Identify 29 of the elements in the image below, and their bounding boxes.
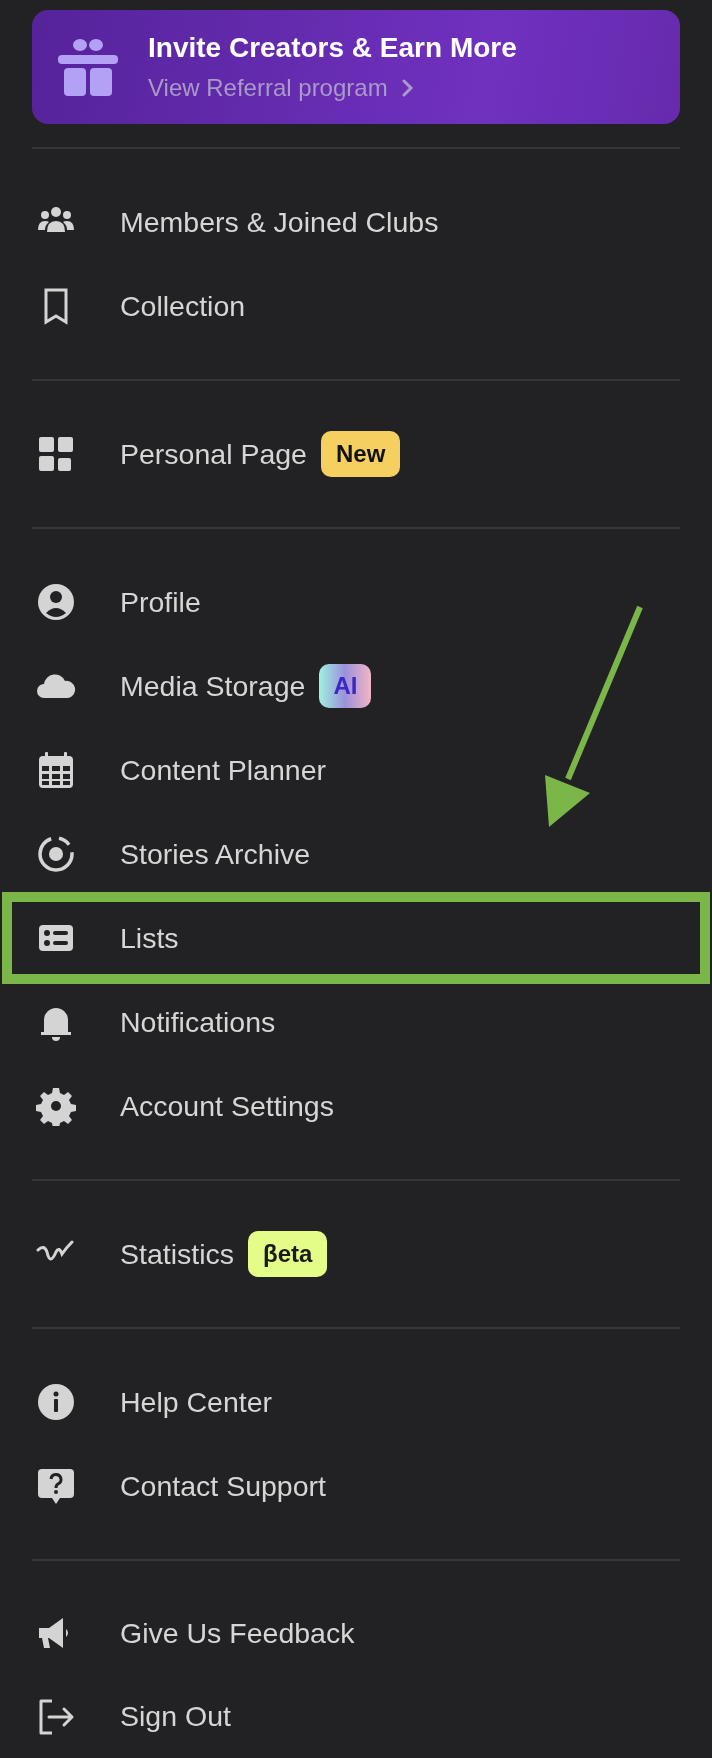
dashed-circle-icon: [36, 834, 76, 874]
chevron-icon: [401, 79, 414, 97]
menu-item[interactable]: Media Storage: [120, 669, 306, 703]
menu-item[interactable]: Statistics: [120, 1237, 235, 1271]
menu-item[interactable]: Lists: [120, 921, 179, 955]
referral-banner[interactable]: Invite Creators & Earn More View Referral program: [32, 10, 680, 124]
menu-item[interactable]: Content Planner: [120, 753, 326, 787]
menu-item[interactable]: Stories Archive: [120, 837, 311, 871]
banner-title: Invite Creators & Earn More: [148, 32, 517, 64]
profile-icon: [36, 582, 76, 622]
gear-icon: [36, 1086, 76, 1126]
badge: AI: [319, 664, 372, 708]
calendar-icon: [36, 750, 76, 790]
menu-item[interactable]: Contact Support: [120, 1469, 326, 1503]
menu-item[interactable]: Notifications: [120, 1005, 276, 1039]
menu-item[interactable]: Account Settings: [120, 1089, 334, 1123]
info-icon: [36, 1382, 76, 1422]
menu-item[interactable]: Collection: [120, 289, 246, 323]
question-bubble-icon: [36, 1466, 76, 1506]
menu-item[interactable]: Members & Joined Clubs: [120, 205, 439, 239]
menu-item[interactable]: Sign Out: [120, 1700, 231, 1733]
badge: βeta: [248, 1231, 328, 1277]
menu-item[interactable]: Help Center: [120, 1385, 273, 1419]
menu-item[interactable]: Personal Page: [120, 437, 307, 471]
gift-icon: [58, 38, 118, 96]
menu-item[interactable]: Give Us Feedback: [120, 1617, 355, 1650]
menu-item[interactable]: Profile: [120, 585, 201, 619]
grid-icon: [36, 434, 76, 474]
badge: New: [320, 431, 401, 477]
